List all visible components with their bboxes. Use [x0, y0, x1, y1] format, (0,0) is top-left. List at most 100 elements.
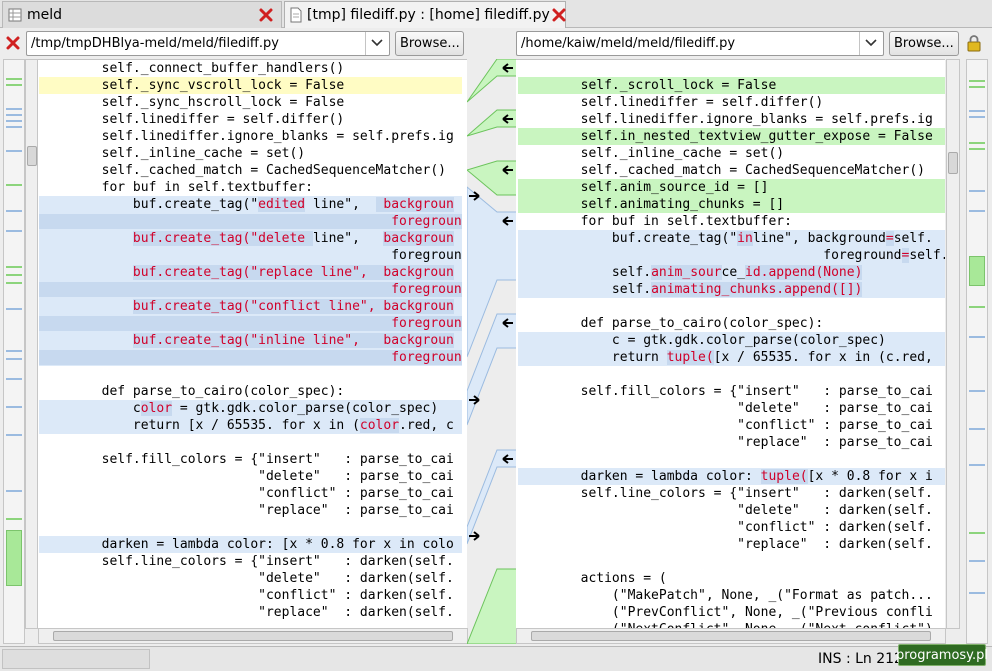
- left-browse-button[interactable]: Browse...: [395, 30, 464, 56]
- code-line[interactable]: self._inline_cache = set(): [39, 145, 462, 162]
- close-tab-icon[interactable]: [257, 6, 275, 24]
- code-line[interactable]: self.in_nested_textview_gutter_expose = …: [518, 128, 945, 145]
- code-line[interactable]: "delete" : darken(self.: [39, 570, 462, 587]
- chevron-down-icon[interactable]: [858, 31, 883, 55]
- right-scroll-thumb[interactable]: [948, 152, 958, 174]
- code-line[interactable]: "delete" : parse_to_cai: [518, 400, 945, 417]
- code-line[interactable]: self._scroll_lock = False: [518, 77, 945, 94]
- code-line[interactable]: "replace" : darken(self.: [39, 604, 462, 621]
- code-line[interactable]: c = gtk.gdk.color_parse(color_spec): [518, 332, 945, 349]
- diff-linkmap[interactable]: [465, 58, 518, 645]
- code-line[interactable]: "replace" : darken(self.: [518, 536, 945, 553]
- overview-marker: [969, 86, 985, 88]
- code-line[interactable]: buf.create_tag("inline", background=self…: [518, 230, 945, 247]
- left-file-path-input[interactable]: [27, 31, 365, 55]
- code-line[interactable]: self.linediffer.ignore_blanks = self.pre…: [39, 128, 462, 145]
- code-line[interactable]: [518, 553, 945, 570]
- code-line[interactable]: self._cached_match = CachedSequenceMatch…: [39, 162, 462, 179]
- code-line[interactable]: "replace" : parse_to_cai: [518, 434, 945, 451]
- code-line[interactable]: actions = (: [518, 570, 945, 587]
- close-file-icon[interactable]: [4, 34, 22, 52]
- code-line[interactable]: "conflict" : parse_to_cai: [518, 417, 945, 434]
- code-line[interactable]: self.line_colors = {"insert" : darken(se…: [39, 553, 462, 570]
- code-line[interactable]: foregroun: [39, 281, 462, 298]
- code-line[interactable]: foregroun: [39, 247, 462, 264]
- code-line[interactable]: self.anim_source_id.append(None): [518, 264, 945, 281]
- right-file-path-input[interactable]: [517, 31, 859, 55]
- code-line[interactable]: self._cached_match = CachedSequenceMatch…: [518, 162, 945, 179]
- code-line[interactable]: def parse_to_cairo(color_spec):: [518, 315, 945, 332]
- code-line[interactable]: [518, 451, 945, 468]
- code-line[interactable]: self.anim_source_id = []: [518, 179, 945, 196]
- right-code-view[interactable]: self._scroll_lock = False self.linediffe…: [518, 60, 945, 629]
- code-line[interactable]: self.linediffer.ignore_blanks = self.pre…: [518, 111, 945, 128]
- code-line[interactable]: "delete" : darken(self.: [518, 502, 945, 519]
- left-scroll-thumb[interactable]: [27, 146, 37, 166]
- code-line[interactable]: ("PrevConflict", None, _("Previous confl…: [518, 604, 945, 621]
- left-diff-overview[interactable]: [3, 59, 25, 644]
- code-line[interactable]: self._inline_cache = set(): [518, 145, 945, 162]
- code-line[interactable]: foreground=self.: [518, 247, 945, 264]
- code-line[interactable]: darken = lambda color: tuple([x * 0.8 fo…: [518, 468, 945, 485]
- code-line[interactable]: foregroun: [39, 315, 462, 332]
- code-line[interactable]: buf.create_tag("conflict line", backgrou…: [39, 298, 462, 315]
- code-line[interactable]: [518, 366, 945, 383]
- code-line[interactable]: [39, 366, 462, 383]
- right-text-pane[interactable]: self._scroll_lock = False self.linediffe…: [516, 59, 945, 629]
- lock-icon[interactable]: [965, 34, 983, 52]
- right-vertical-scrollbar[interactable]: [946, 59, 960, 629]
- right-horizontal-scrollbar[interactable]: [516, 628, 946, 644]
- code-line[interactable]: return [x / 65535. for x in (color.red, …: [39, 417, 462, 434]
- code-line[interactable]: "replace" : parse_to_cai: [39, 502, 462, 519]
- code-line[interactable]: buf.create_tag("inline line", backgroun: [39, 332, 462, 349]
- right-browse-button[interactable]: Browse...: [889, 30, 959, 56]
- code-line[interactable]: self._sync_hscroll_lock = False: [39, 94, 462, 111]
- code-token: return: [518, 350, 667, 365]
- code-line[interactable]: [39, 434, 462, 451]
- code-line[interactable]: "conflict" : darken(self.: [39, 587, 462, 604]
- code-line[interactable]: def parse_to_cairo(color_spec):: [39, 383, 462, 400]
- overview-viewport[interactable]: [6, 530, 22, 586]
- code-line[interactable]: buf.create_tag("edited line", backgroun: [39, 196, 462, 213]
- chevron-down-icon[interactable]: [364, 31, 389, 55]
- code-line[interactable]: for buf in self.textbuffer:: [39, 179, 462, 196]
- overview-viewport[interactable]: [969, 256, 985, 286]
- code-line[interactable]: "conflict" : parse_to_cai: [39, 485, 462, 502]
- tab-meld[interactable]: meld: [2, 1, 282, 28]
- right-diff-overview[interactable]: [966, 59, 988, 644]
- close-tab-icon[interactable]: [550, 6, 568, 24]
- code-line[interactable]: self.animating_chunks = []: [518, 196, 945, 213]
- left-file-path-combo[interactable]: [26, 30, 390, 56]
- code-line[interactable]: foregroun: [39, 349, 462, 366]
- code-line[interactable]: self.fill_colors = {"insert" : parse_to_…: [39, 451, 462, 468]
- code-line[interactable]: buf.create_tag("delete line", backgroun: [39, 230, 462, 247]
- left-text-pane[interactable]: self._connect_buffer_handlers() self._sy…: [26, 59, 467, 629]
- code-line[interactable]: "delete" : parse_to_cai: [39, 468, 462, 485]
- code-line[interactable]: self.animating_chunks.append([]): [518, 281, 945, 298]
- left-horizontal-scrollbar[interactable]: [38, 628, 468, 644]
- code-line[interactable]: buf.create_tag("replace line", backgroun: [39, 264, 462, 281]
- code-line[interactable]: for buf in self.textbuffer:: [518, 213, 945, 230]
- code-line[interactable]: return tuple([x / 65535. for x in (c.red…: [518, 349, 945, 366]
- code-line[interactable]: darken = lambda color: [x * 0.8 for x in…: [39, 536, 462, 553]
- code-line[interactable]: self.fill_colors = {"insert" : parse_to_…: [518, 383, 945, 400]
- code-line[interactable]: [518, 298, 945, 315]
- code-line[interactable]: color = gtk.gdk.color_parse(color_spec): [39, 400, 462, 417]
- code-line[interactable]: self.linediffer = self.differ(): [39, 111, 462, 128]
- right-hscroll-thumb[interactable]: [531, 631, 931, 641]
- left-code-view[interactable]: self._connect_buffer_handlers() self._sy…: [39, 60, 462, 629]
- code-line[interactable]: self._connect_buffer_handlers(): [39, 60, 462, 77]
- code-line[interactable]: [518, 60, 945, 77]
- left-hscroll-thumb[interactable]: [53, 631, 453, 641]
- code-line[interactable]: self.line_colors = {"insert" : darken(se…: [518, 485, 945, 502]
- code-line[interactable]: "conflict" : darken(self.: [518, 519, 945, 536]
- code-line[interactable]: self._sync_vscroll_lock = False: [39, 77, 462, 94]
- code-line[interactable]: foregroun: [39, 213, 462, 230]
- code-token: self.: [518, 282, 652, 297]
- left-vertical-scrollbar[interactable]: [25, 59, 38, 629]
- right-file-path-combo[interactable]: [516, 30, 884, 56]
- code-line[interactable]: self.linediffer = self.differ(): [518, 94, 945, 111]
- code-line[interactable]: [39, 519, 462, 536]
- tab-filediff[interactable]: [tmp] filediff.py : [home] filediff.py: [284, 1, 566, 28]
- code-line[interactable]: ("MakePatch", None, _("Format as patch..…: [518, 587, 945, 604]
